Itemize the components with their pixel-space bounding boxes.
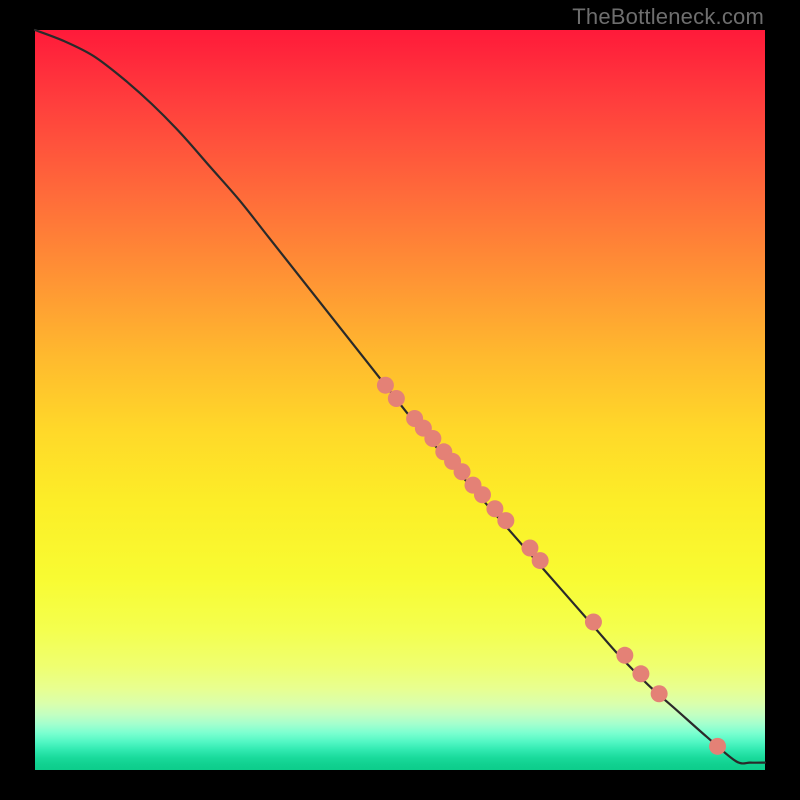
chart-markers — [377, 377, 726, 755]
data-marker — [454, 463, 471, 480]
data-marker — [424, 430, 441, 447]
data-marker — [497, 512, 514, 529]
data-marker — [616, 647, 633, 664]
data-marker — [388, 390, 405, 407]
watermark-text: TheBottleneck.com — [572, 4, 764, 30]
data-marker — [632, 665, 649, 682]
data-marker — [377, 377, 394, 394]
chart-svg-overlay — [0, 0, 800, 800]
data-marker — [651, 685, 668, 702]
data-marker — [532, 552, 549, 569]
data-marker — [474, 486, 491, 503]
data-marker — [709, 738, 726, 755]
chart-stage: TheBottleneck.com — [0, 0, 800, 800]
data-marker — [585, 614, 602, 631]
